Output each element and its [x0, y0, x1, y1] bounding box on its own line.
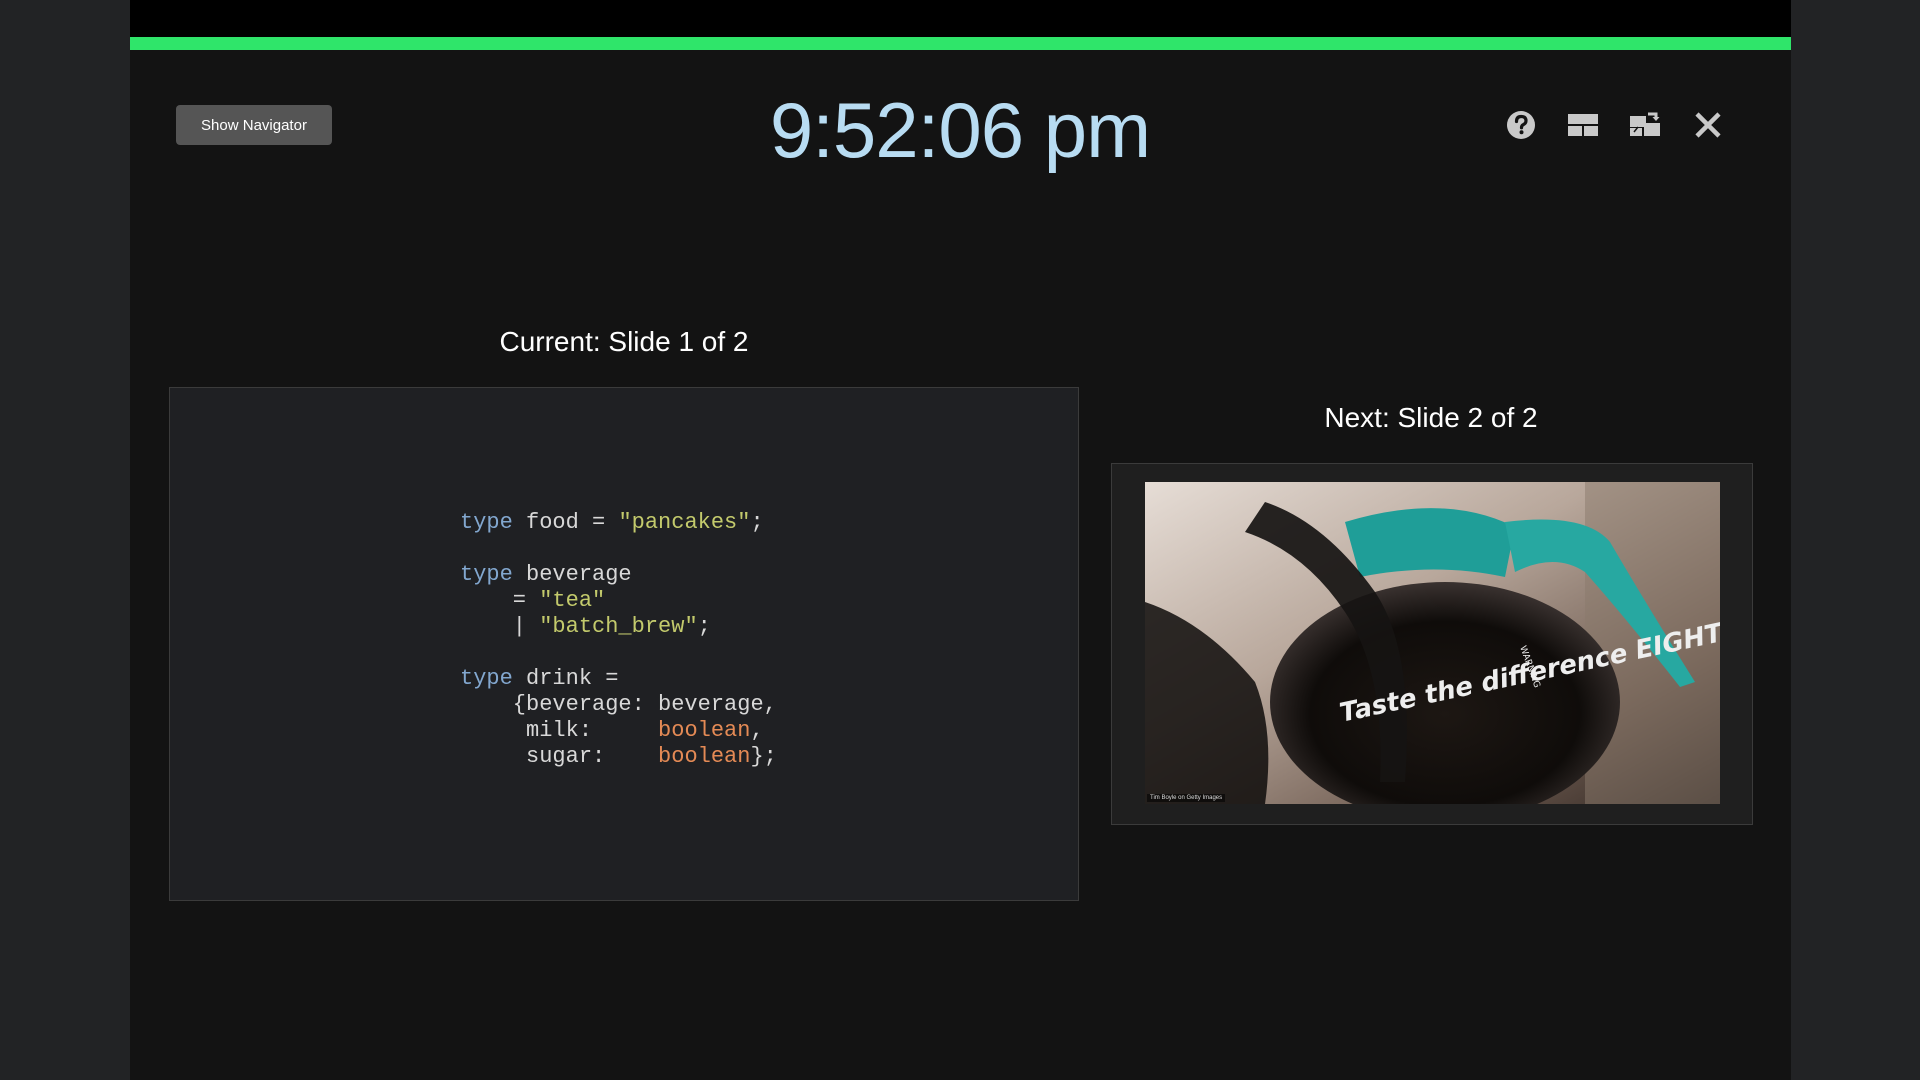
current-slide-preview: type food = "pancakes"; type beverage = …	[169, 387, 1079, 901]
code-text: {beverage: beverage,	[460, 692, 777, 717]
code-line: type beverage	[460, 562, 632, 587]
code-keyword: type	[460, 510, 513, 535]
top-strip	[130, 0, 1791, 37]
coffee-pot-photo: Taste the difference EIGHT O'CLOCK COFFE…	[1145, 482, 1720, 804]
current-slide-label: Current: Slide 1 of 2	[499, 326, 749, 357]
code-text: =	[460, 588, 540, 613]
code-line: = "tea"	[460, 588, 605, 613]
code-line: type drink =	[460, 666, 618, 691]
layout-icon[interactable]	[1564, 106, 1602, 144]
code-type: boolean	[658, 744, 751, 769]
code-block: type food = "pancakes"; type beverage = …	[460, 510, 777, 770]
swap-displays-icon[interactable]	[1626, 106, 1664, 144]
code-text: drink =	[512, 666, 619, 691]
code-text: food =	[512, 510, 619, 535]
help-icon[interactable]	[1502, 106, 1540, 144]
next-slide-label: Next: Slide 2 of 2	[1324, 402, 1538, 433]
code-keyword: type	[460, 562, 513, 587]
code-string: "batch_brew"	[539, 614, 698, 639]
code-string: "pancakes"	[618, 510, 751, 535]
code-string: "tea"	[539, 588, 606, 613]
code-text: |	[460, 614, 540, 639]
code-line: | "batch_brew";	[460, 614, 711, 639]
coffee-pot-illustration: Taste the difference EIGHT O'CLOCK COFFE…	[1145, 482, 1720, 804]
code-keyword: type	[460, 666, 513, 691]
code-text: ;	[697, 614, 711, 639]
code-type: boolean	[658, 718, 751, 743]
presenter-display: Show Navigator 9:52:06 pm Current: Slide…	[130, 0, 1791, 1080]
code-line: type food = "pancakes";	[460, 510, 764, 535]
code-text: sugar:	[460, 744, 659, 769]
code-text: milk:	[460, 718, 659, 743]
code-text: beverage	[512, 562, 632, 587]
next-slide-preview: Taste the difference EIGHT O'CLOCK COFFE…	[1111, 463, 1753, 825]
show-navigator-button[interactable]: Show Navigator	[176, 105, 332, 145]
code-line: milk: boolean,	[460, 718, 764, 743]
clock-time: 9:52:06 pm	[769, 86, 1151, 174]
close-icon[interactable]	[1689, 106, 1727, 144]
code-text: ;	[750, 510, 764, 535]
slide-progress-bar	[130, 37, 1791, 50]
code-text: };	[750, 744, 777, 769]
code-text: ,	[750, 718, 764, 743]
photo-credit: Tim Boyle on Getty Images	[1147, 794, 1226, 802]
code-line: sugar: boolean};	[460, 744, 777, 769]
code-line: {beverage: beverage,	[460, 692, 777, 717]
